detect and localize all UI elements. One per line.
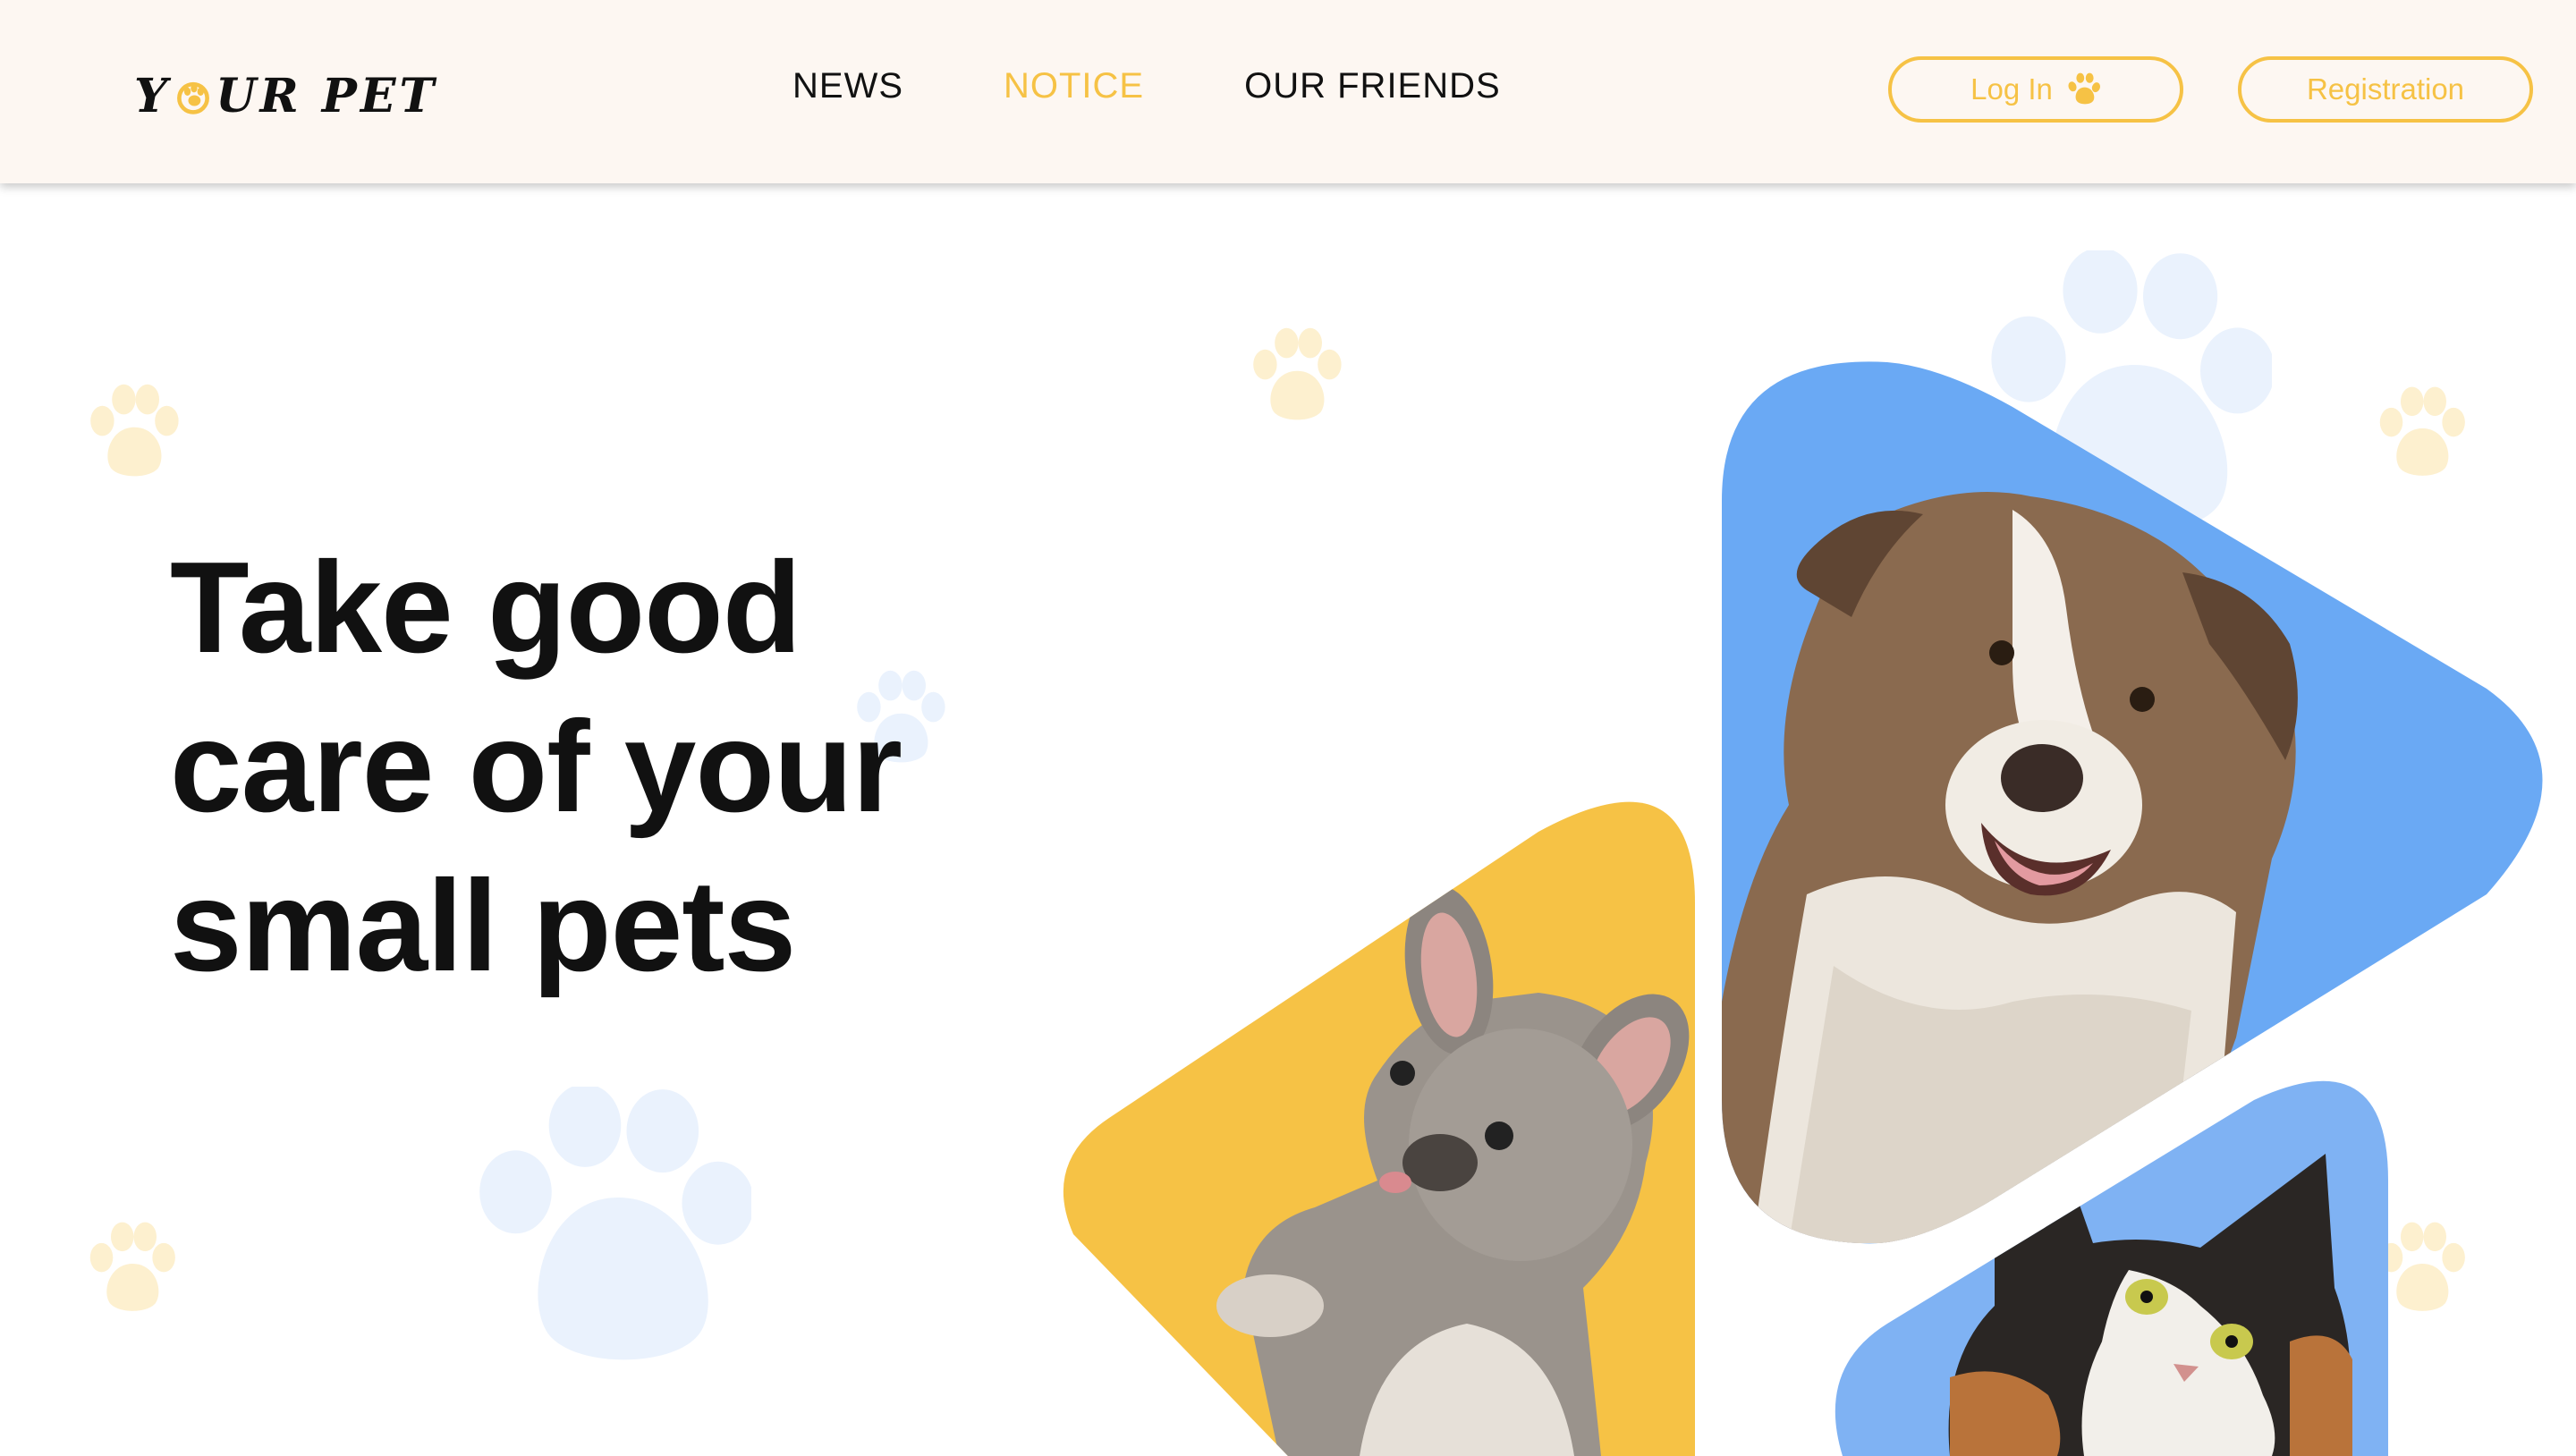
hero-title-line-3: small pets [170, 853, 796, 998]
main-nav: NEWS NOTICE OUR FRIENDS [792, 66, 1501, 106]
login-button[interactable]: Log In [1888, 56, 2183, 123]
logo-text-end: UR PET [216, 68, 438, 123]
registration-button-label: Registration [2306, 72, 2465, 106]
login-button-label: Log In [1970, 72, 2053, 106]
nav-link-news[interactable]: NEWS [792, 66, 903, 106]
nav-link-our-friends[interactable]: OUR FRIENDS [1244, 66, 1501, 106]
paw-icon [2068, 72, 2100, 105]
nav-link-notice[interactable]: NOTICE [1004, 66, 1144, 106]
paw-o-icon [177, 81, 210, 114]
logo-text-start: Y [134, 68, 172, 123]
site-header: Y UR PET NEWS NOTICE OUR FRIENDS Log In … [0, 0, 2576, 183]
registration-button[interactable]: Registration [2238, 56, 2533, 123]
hero-title: Take good care of your small pets [170, 528, 975, 1005]
site-logo[interactable]: Y UR PET [134, 64, 437, 127]
hero-title-line-1: Take good [170, 535, 801, 680]
hero-title-line-2: care of your [170, 694, 902, 839]
